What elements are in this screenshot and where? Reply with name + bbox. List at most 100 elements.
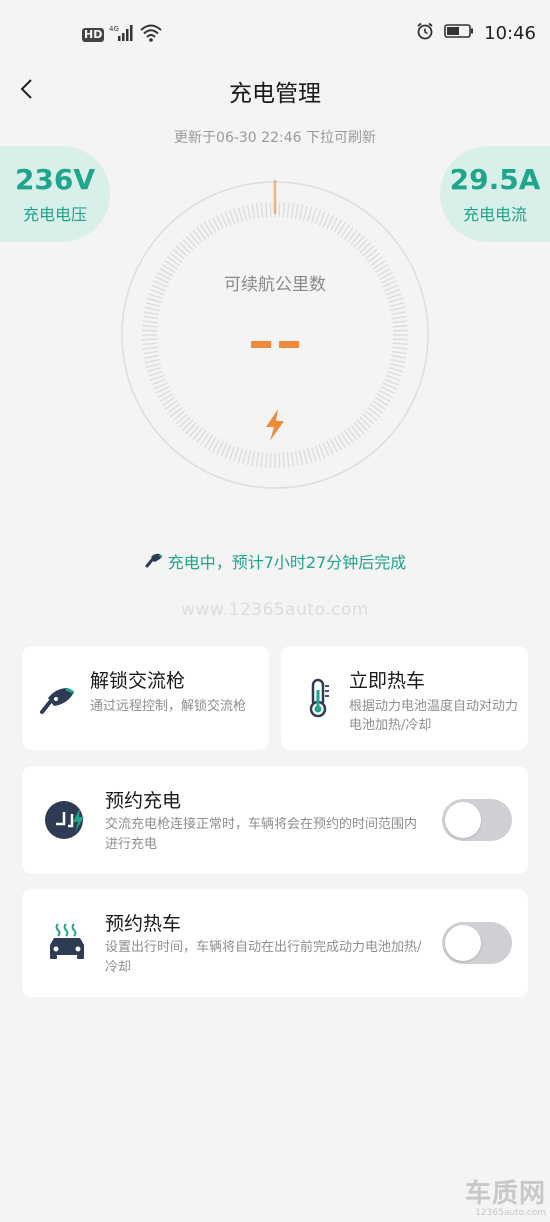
gauge-tick [310,208,317,223]
gauge-tick [302,205,308,221]
gauge-tick [350,424,362,438]
gauge-tick [146,297,162,304]
gauge-tick [265,202,268,218]
schedule-charge-card: 预约充电 交流充电枪连接正常时，车辆将会在预约的时间范围内进行充电 [22,766,528,874]
gauge-tick [269,202,272,218]
gauge-tick [178,242,191,254]
schedule-charge-icon [44,798,88,846]
battery-icon [444,23,474,43]
svg-text:4G: 4G [109,25,119,33]
gauge-tick [145,362,161,368]
gauge-tick [142,346,158,350]
gauge-tick [255,203,260,219]
schedule-charge-desc: 交流充电枪连接正常时，车辆将会在预约的时间范围内进行充电 [105,817,418,852]
site-logo: 车质网 12365auto.com [465,1180,546,1218]
gauge-tick [260,452,264,468]
gauge-tick [185,235,197,248]
schedule-heat-toggle[interactable] [442,922,512,964]
gauge-tick [188,424,200,438]
gauge-tick [314,209,322,225]
schedule-charge-title: 预约充电 [105,790,182,812]
unlock-charger-title: 解锁交流枪 [90,670,186,692]
voltage-value: 236V [14,163,96,196]
gauge-tick [391,350,407,355]
schedule-charge-toggle[interactable] [442,799,512,841]
gauge-tick [142,325,158,328]
page-title: 充电管理 [229,81,321,107]
gauge-tick [143,350,159,355]
gauge-tick [306,206,313,222]
gauge-tick [242,449,248,465]
header: 充电管理 [0,70,550,110]
gauge-tick [146,366,162,373]
gauge-tick [233,208,240,223]
gauge-tick [390,306,406,312]
gauge-tick [298,450,304,466]
charge-status-text: 充电中，预计7小时27分钟后完成 [167,553,407,572]
gauge-tick [290,203,295,219]
logo-sub-text: 12365auto.com [475,1208,546,1218]
gauge-tick [392,325,408,328]
gauge-tick [188,232,200,246]
gauge-tick [314,445,322,461]
unlock-charger-card[interactable]: 解锁交流枪 通过远程控制，解锁交流枪 [22,646,269,750]
gauge-tick [387,370,402,377]
gauge-tick [391,311,407,316]
placeholder-dash [279,341,299,348]
gauge-tick [389,302,405,308]
update-hint: 更新于06-30 22:46 下拉可刷新 [174,130,376,146]
gauge-tick [143,315,159,320]
gauge-tick [145,302,161,308]
gauge-tick [251,451,256,467]
gauge-tick [353,422,365,435]
gauge-tick [228,209,236,225]
gauge-tick [278,452,281,468]
hd-badge: HD [82,28,105,42]
gauge-tick [362,413,375,425]
charge-status: 充电中，预计7小时27分钟后完成 [0,549,550,573]
gauge-tick [172,410,186,422]
gauge-tick [392,342,408,345]
preheat-now-desc: 根据动力电池温度自动对动力电池加热/冷却 [349,699,519,733]
gauge-tick [269,452,272,468]
gauge-tick [364,410,378,422]
gauge-tick [175,413,188,425]
gauge-tick [359,242,372,254]
current-value: 29.5A [449,163,541,196]
gauge-tick [294,451,299,467]
toggle-knob [445,925,481,961]
gauge-tick [353,235,365,248]
gauge-tick [251,203,256,219]
gauge-tick [149,374,165,382]
gauge-tick [143,311,159,316]
status-right: 10:46 [416,22,536,44]
signal-icon: 4G [109,24,135,46]
gauge-tick [255,451,260,467]
car-heating-icon [44,921,90,965]
schedule-heat-title: 预约热车 [105,913,182,935]
preheat-now-card[interactable]: 立即热车 根据动力电池温度自动对动力电池加热/冷却 [281,646,528,750]
gauge-tick [178,416,191,428]
status-left: HD 4G [82,24,163,46]
range-label: 可续航公里数 [224,275,326,295]
placeholder-dash [251,341,271,348]
gauge-tick [390,358,406,364]
toggle-knob [445,802,481,838]
status-bar: HD 4G 10:46 [0,0,550,70]
gauge-tick [286,202,290,218]
watermark-text: www.12365auto.com [181,600,369,620]
current-label: 充电电流 [462,205,527,224]
gauge-tick [385,374,401,382]
gauge-tick [246,450,252,466]
preheat-now-title: 立即热车 [349,670,426,692]
clock-time: 10:46 [484,22,536,44]
gauge-tick [143,354,159,359]
gauge-tick [356,238,368,251]
thermometer-icon [305,678,331,722]
gauge-tick [392,346,408,350]
schedule-heat-desc: 设置出行时间，车辆将自动在出行前完成动力电池加热/冷却 [105,940,422,975]
gauge-tick [182,238,194,251]
gauge-tick [302,449,308,465]
unlock-charger-desc: 通过远程控制，解锁交流枪 [90,699,247,714]
gauge-tick [290,451,295,467]
